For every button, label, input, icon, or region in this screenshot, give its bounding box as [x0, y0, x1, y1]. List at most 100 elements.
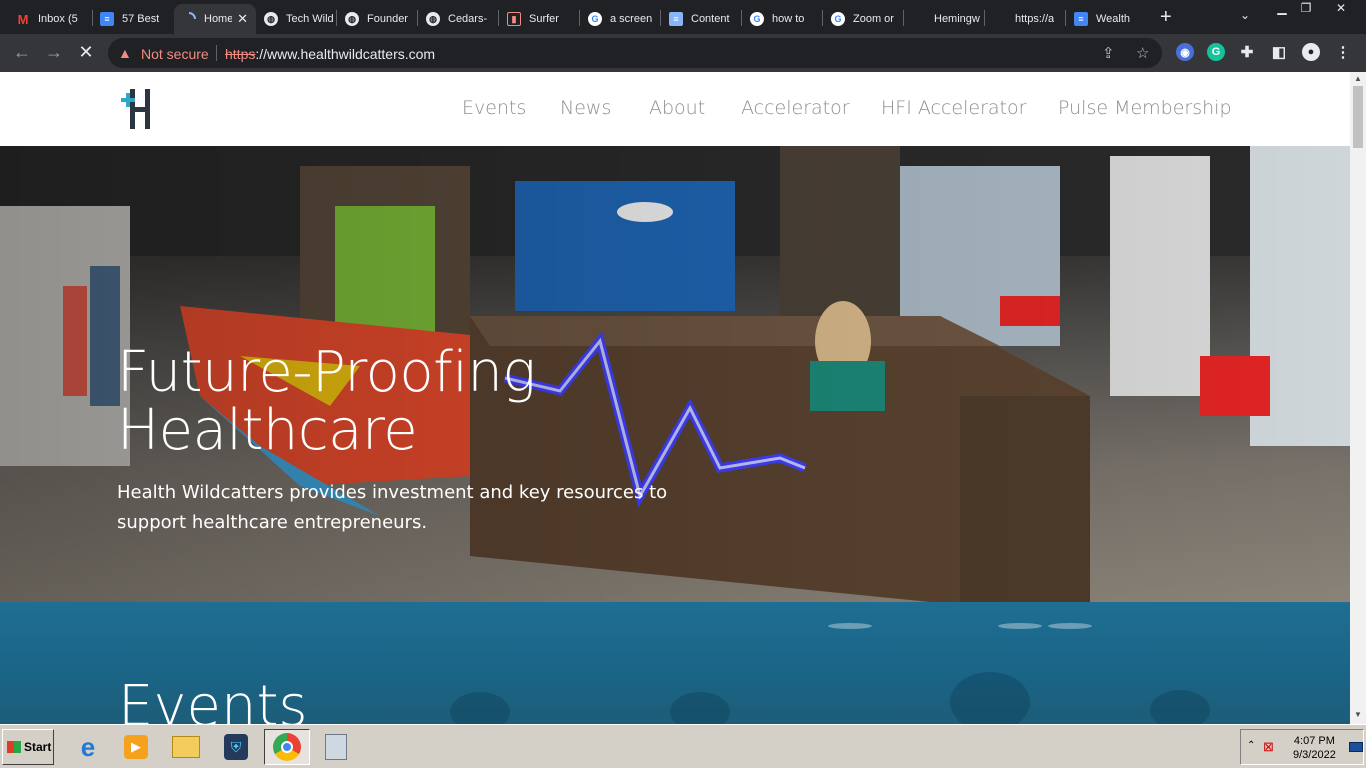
hero-title-line-1: Future-Proofing — [117, 340, 536, 405]
scroll-down-icon[interactable]: ▼ — [1354, 710, 1362, 719]
globe-icon: ◍ — [426, 12, 440, 26]
scroll-up-icon[interactable]: ▲ — [1354, 74, 1362, 83]
bookmark-star-icon[interactable]: ☆ — [1136, 44, 1149, 62]
tab-surfer[interactable]: ▮ Surfer — [499, 4, 579, 34]
google-icon: G — [831, 12, 845, 26]
browser-toolbar: ← → ✕ ▲ Not secure https://www.healthwil… — [0, 34, 1366, 72]
tab-label: Cedars- — [448, 13, 488, 25]
minimize-icon[interactable]: ▁ — [1270, 0, 1294, 18]
globe-icon: ◍ — [264, 12, 278, 26]
tab-tech-wild[interactable]: ◍ Tech Wild — [256, 4, 336, 34]
close-window-icon[interactable]: ✕ — [1328, 0, 1354, 18]
close-tab-icon[interactable]: ✕ — [237, 11, 248, 27]
tab-label: Founder — [367, 13, 408, 25]
tab-search-chevron-icon[interactable]: ⌄ — [1240, 8, 1250, 22]
tab-label: Hemingw — [934, 13, 980, 25]
loading-spinner-icon — [182, 12, 196, 26]
forward-icon[interactable]: → — [42, 42, 66, 63]
url-text[interactable]: https://www.healthwildcatters.com — [225, 46, 435, 62]
scroll-thumb[interactable] — [1353, 86, 1363, 148]
stop-loading-icon[interactable]: ✕ — [74, 42, 98, 63]
windows-flag-icon — [7, 741, 21, 753]
docs-icon: ≡ — [669, 12, 683, 26]
tab-57-best[interactable]: ≡ 57 Best — [92, 4, 172, 34]
gmail-icon: M — [17, 11, 29, 27]
side-panel-icon[interactable]: ◧ — [1270, 43, 1288, 61]
taskbar: Start e ▶ ⛨ ⌃ ⊠ 4:07 PM 9/3/2022 — [0, 724, 1366, 768]
tab-label: Inbox (5 — [38, 13, 78, 25]
security-status[interactable]: Not secure — [141, 46, 209, 62]
docs-icon: ≡ — [100, 12, 114, 26]
grammarly-icon[interactable]: G — [1207, 43, 1225, 61]
address-bar[interactable]: ▲ Not secure https://www.healthwildcatte… — [108, 38, 1162, 68]
tab-wealth[interactable]: ≡ Wealth — [1066, 4, 1146, 34]
tab-content[interactable]: ≡ Content — [661, 4, 741, 34]
nav-hfi-accelerator[interactable]: HFI Accelerator — [881, 97, 1026, 119]
tab-home[interactable]: Home ✕ — [174, 4, 256, 34]
clock-time: 4:07 PM — [1293, 735, 1335, 747]
new-tab-icon[interactable]: + — [1160, 6, 1172, 29]
tab-hemingway[interactable]: Hemingw — [904, 4, 984, 34]
security-shield-icon[interactable]: ⛨ — [216, 729, 256, 765]
tab-founder[interactable]: ◍ Founder — [337, 4, 417, 34]
page-scrollbar[interactable]: ▲ ▼ — [1350, 72, 1366, 724]
tab-label: Zoom or — [853, 13, 894, 25]
browser-tab-strip: M Inbox (5 ≡ 57 Best Home ✕ ◍ Tech Wild … — [0, 0, 1366, 34]
url-host: ://www.healthwildcatters.com — [255, 46, 436, 62]
globe-icon: ◍ — [345, 12, 359, 26]
tab-label: how to — [772, 13, 805, 25]
network-status-icon[interactable]: ⊠ — [1263, 739, 1274, 755]
file-explorer-folder-icon[interactable] — [166, 729, 206, 765]
tab-label: https://a — [1015, 13, 1055, 25]
puzzle-extensions-icon[interactable]: ✚ — [1238, 43, 1256, 61]
system-tray: ⌃ ⊠ 4:07 PM 9/3/2022 — [1240, 729, 1364, 765]
clock[interactable]: 4:07 PM 9/3/2022 — [1293, 734, 1336, 762]
tab-label: Wealth — [1096, 13, 1131, 25]
start-button[interactable]: Start — [2, 729, 54, 765]
calculator-icon[interactable] — [316, 729, 356, 765]
share-icon[interactable]: ⇪ — [1102, 44, 1115, 62]
blank-page-icon — [993, 12, 1007, 26]
tab-cedars[interactable]: ◍ Cedars- — [418, 4, 498, 34]
show-desktop-icon[interactable] — [1349, 742, 1363, 752]
tab-label: a screen — [610, 13, 653, 25]
warning-icon: ▲ — [118, 45, 132, 61]
profile-avatar-icon[interactable]: ● — [1302, 43, 1320, 61]
start-label: Start — [24, 740, 52, 754]
tab-label: Tech Wild — [286, 13, 334, 25]
tab-zoom[interactable]: G Zoom or — [823, 4, 903, 34]
tab-label: Surfer — [529, 13, 559, 25]
tab-https[interactable]: https://a — [985, 4, 1065, 34]
url-scheme: https — [225, 46, 256, 62]
nav-news[interactable]: News — [560, 97, 611, 119]
clock-date: 9/3/2022 — [1293, 749, 1336, 761]
health-wildcatters-logo-icon[interactable] — [121, 89, 155, 129]
site-header: Events News About Accelerator HFI Accele… — [0, 72, 1350, 146]
webpage: Events News About Accelerator HFI Accele… — [0, 72, 1350, 724]
tab-label: Home — [204, 13, 232, 25]
google-icon: G — [588, 12, 602, 26]
chrome-icon[interactable] — [264, 729, 310, 765]
tab-a-screen[interactable]: G a screen — [580, 4, 660, 34]
internet-explorer-icon[interactable]: e — [68, 729, 108, 765]
more-menu-icon[interactable]: ⋮ — [1334, 43, 1352, 61]
extension-icon[interactable]: ◉ — [1176, 43, 1194, 61]
surfer-icon: ▮ — [507, 12, 521, 26]
nav-about[interactable]: About — [649, 97, 705, 119]
nav-accelerator[interactable]: Accelerator — [741, 97, 850, 119]
docs-icon: ≡ — [1074, 12, 1088, 26]
tab-label: Content — [691, 13, 730, 25]
tab-inbox[interactable]: M Inbox (5 — [8, 4, 90, 34]
back-icon[interactable]: ← — [10, 42, 34, 63]
restore-icon[interactable]: ❐ — [1294, 0, 1318, 18]
divider — [216, 45, 217, 61]
hero-subtitle: Health Wildcatters provides investment a… — [117, 482, 668, 533]
show-hidden-icons-icon[interactable]: ⌃ — [1247, 740, 1255, 751]
media-player-icon[interactable]: ▶ — [116, 729, 156, 765]
nav-pulse-membership[interactable]: Pulse Membership — [1058, 97, 1232, 119]
hero-title-line-2: Healthcare — [117, 398, 418, 463]
events-heading: Events — [118, 674, 308, 724]
tab-how-to[interactable]: G how to — [742, 4, 822, 34]
nav-events[interactable]: Events — [462, 97, 526, 119]
events-section: Events — [0, 602, 1350, 724]
